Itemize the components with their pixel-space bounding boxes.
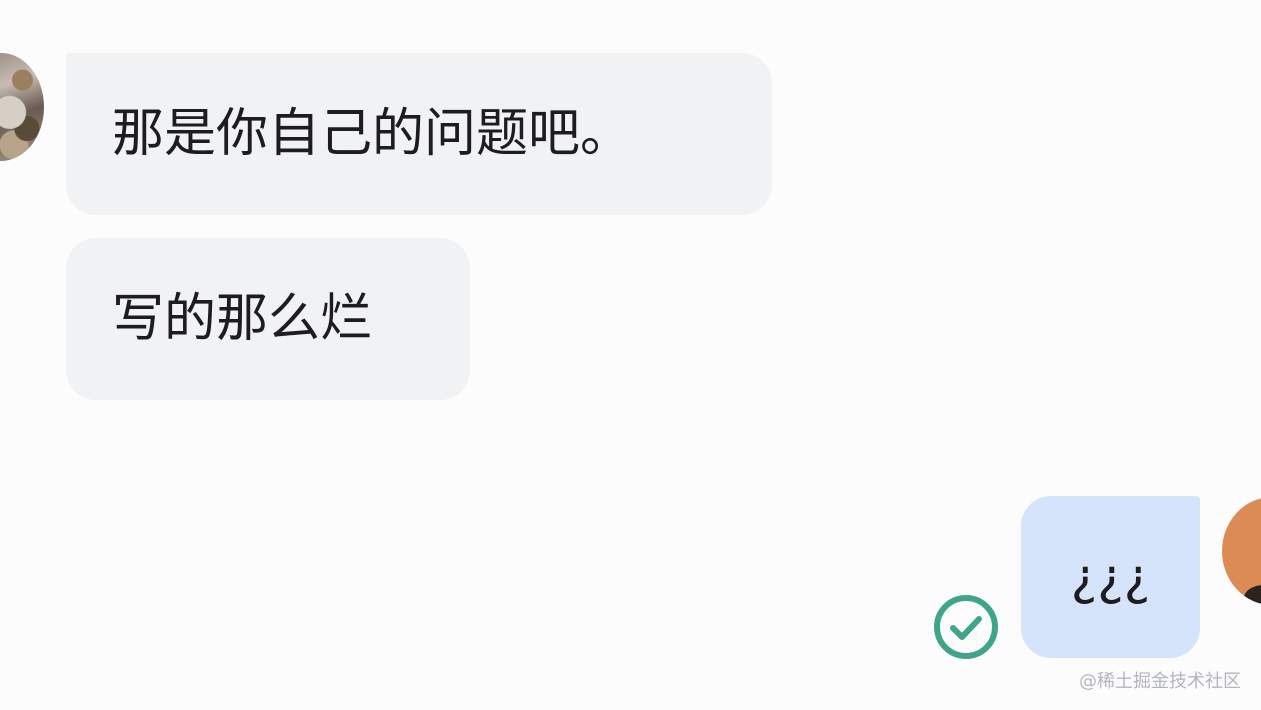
chat-screen: 那是你自己的问题吧。 写的那么烂 ¿¿¿ @稀土掘金技术社区	[0, 0, 1261, 710]
message-bubble-incoming[interactable]: 写的那么烂	[66, 238, 470, 400]
message-bubble-outgoing[interactable]: ¿¿¿	[1021, 496, 1200, 658]
contact-avatar[interactable]	[0, 53, 44, 161]
message-bubble-incoming[interactable]: 那是你自己的问题吧。	[66, 53, 772, 215]
my-avatar[interactable]	[1222, 497, 1261, 605]
message-text: 写的那么烂	[112, 289, 373, 349]
check-circle-icon	[934, 595, 998, 659]
message-text: 那是你自己的问题吧。	[112, 104, 633, 164]
watermark: @稀土掘金技术社区	[1079, 671, 1241, 692]
message-text: ¿¿¿	[1070, 548, 1151, 606]
